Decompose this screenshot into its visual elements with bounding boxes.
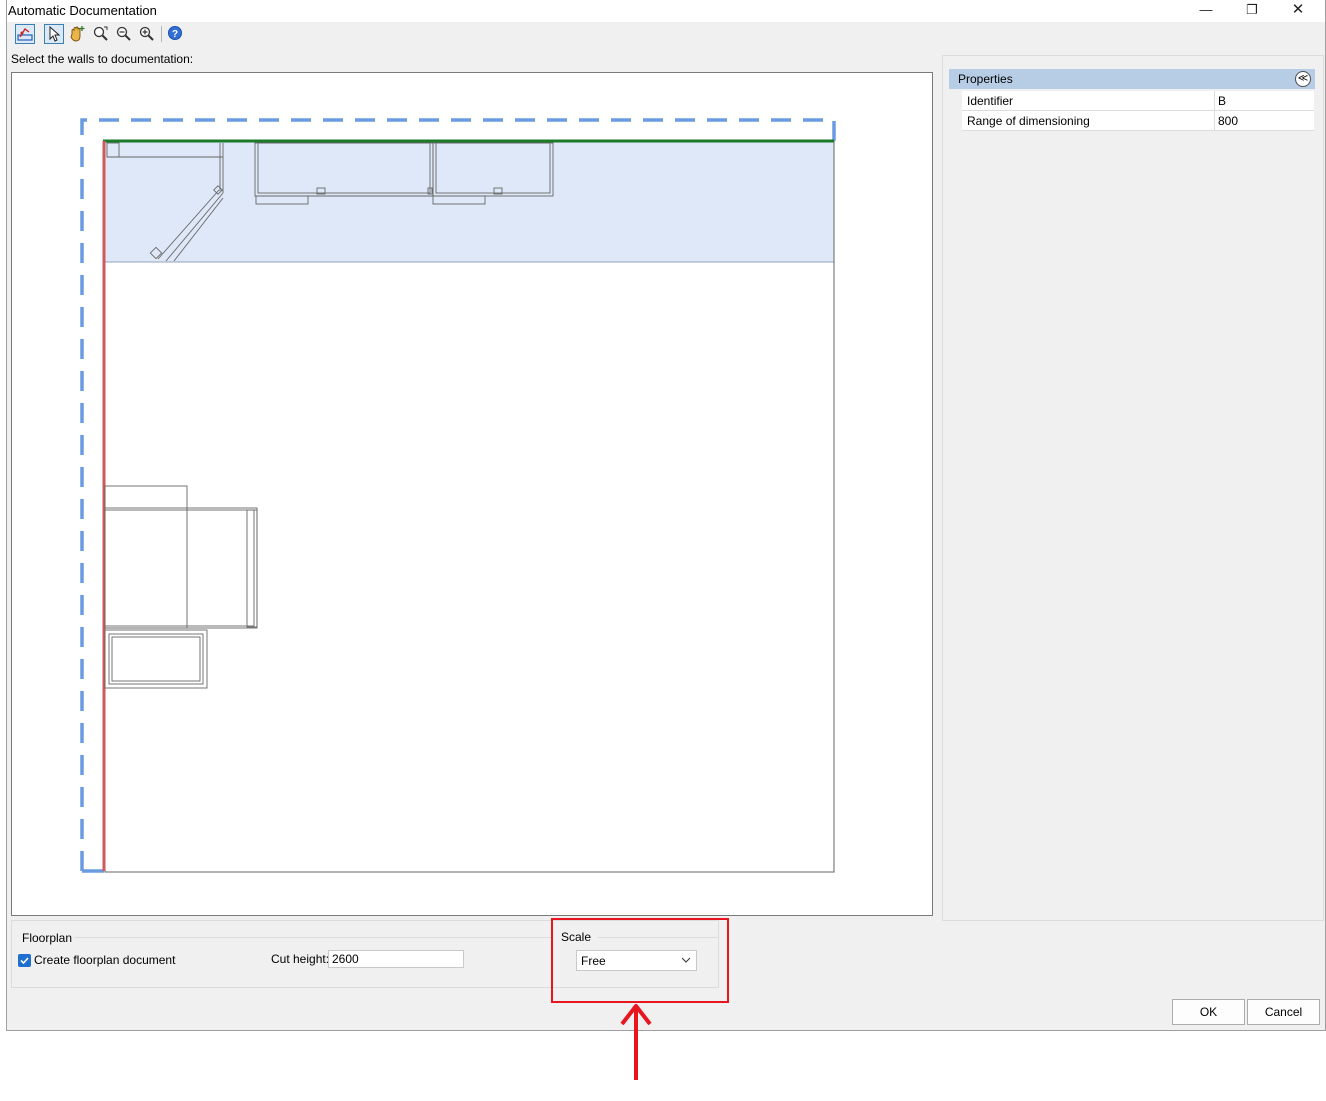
group-divider [322, 937, 552, 938]
floorplan-group-title: Floorplan [20, 931, 75, 945]
help-icon[interactable]: ? [166, 24, 186, 44]
window-title: Automatic Documentation [8, 3, 157, 18]
close-button[interactable]: ✕ [1275, 0, 1321, 22]
instruction-label: Select the walls to documentation: [11, 52, 194, 66]
maximize-button[interactable]: ❐ [1229, 0, 1275, 22]
cut-height-label: Cut height: [271, 952, 330, 966]
toolbar: ? [7, 22, 1325, 46]
pointer-icon[interactable] [44, 24, 64, 44]
toolbar-separator [161, 26, 162, 42]
floorplan-canvas[interactable] [11, 72, 933, 916]
property-divider [1214, 111, 1215, 131]
group-divider [72, 937, 322, 938]
automatic-documentation-dialog: Automatic Documentation — ❐ ✕ ? Select t… [6, 0, 1326, 1031]
zoom-extents-icon[interactable] [91, 24, 111, 44]
cut-height-input[interactable]: 2600 [328, 950, 464, 968]
select-walls-icon[interactable] [15, 24, 35, 44]
minimize-button[interactable]: — [1183, 0, 1229, 22]
annotation-arrow-icon [620, 1004, 652, 1080]
svg-text:?: ? [172, 29, 178, 40]
scale-highlight-box [551, 918, 729, 1003]
property-row-range[interactable]: Range of dimensioning 800 [962, 111, 1314, 131]
create-floorplan-label[interactable]: Create floorplan document [34, 953, 175, 967]
zoom-in-icon[interactable] [137, 24, 157, 44]
property-row-identifier[interactable]: Identifier B [962, 91, 1314, 111]
properties-header[interactable]: Properties ≪ [949, 69, 1315, 89]
ok-button[interactable]: OK [1172, 999, 1245, 1025]
left-appliances [104, 485, 258, 689]
property-divider [1214, 91, 1215, 111]
create-floorplan-checkbox[interactable] [18, 954, 31, 967]
room-area [104, 140, 835, 263]
property-value[interactable]: B [1218, 94, 1226, 108]
property-label: Range of dimensioning [967, 114, 1090, 128]
collapse-icon[interactable]: ≪ [1295, 71, 1311, 87]
title-bar: Automatic Documentation — ❐ ✕ [7, 0, 1325, 22]
property-label: Identifier [967, 94, 1014, 108]
checkmark-icon [20, 957, 29, 965]
property-value[interactable]: 800 [1218, 114, 1238, 128]
cancel-button[interactable]: Cancel [1247, 999, 1320, 1025]
properties-title: Properties [958, 72, 1013, 86]
pan-hand-icon[interactable] [67, 24, 87, 44]
floorplan-drawing [80, 118, 836, 873]
zoom-out-icon[interactable] [114, 24, 134, 44]
properties-panel: Properties ≪ Identifier B Range of dimen… [942, 55, 1324, 921]
